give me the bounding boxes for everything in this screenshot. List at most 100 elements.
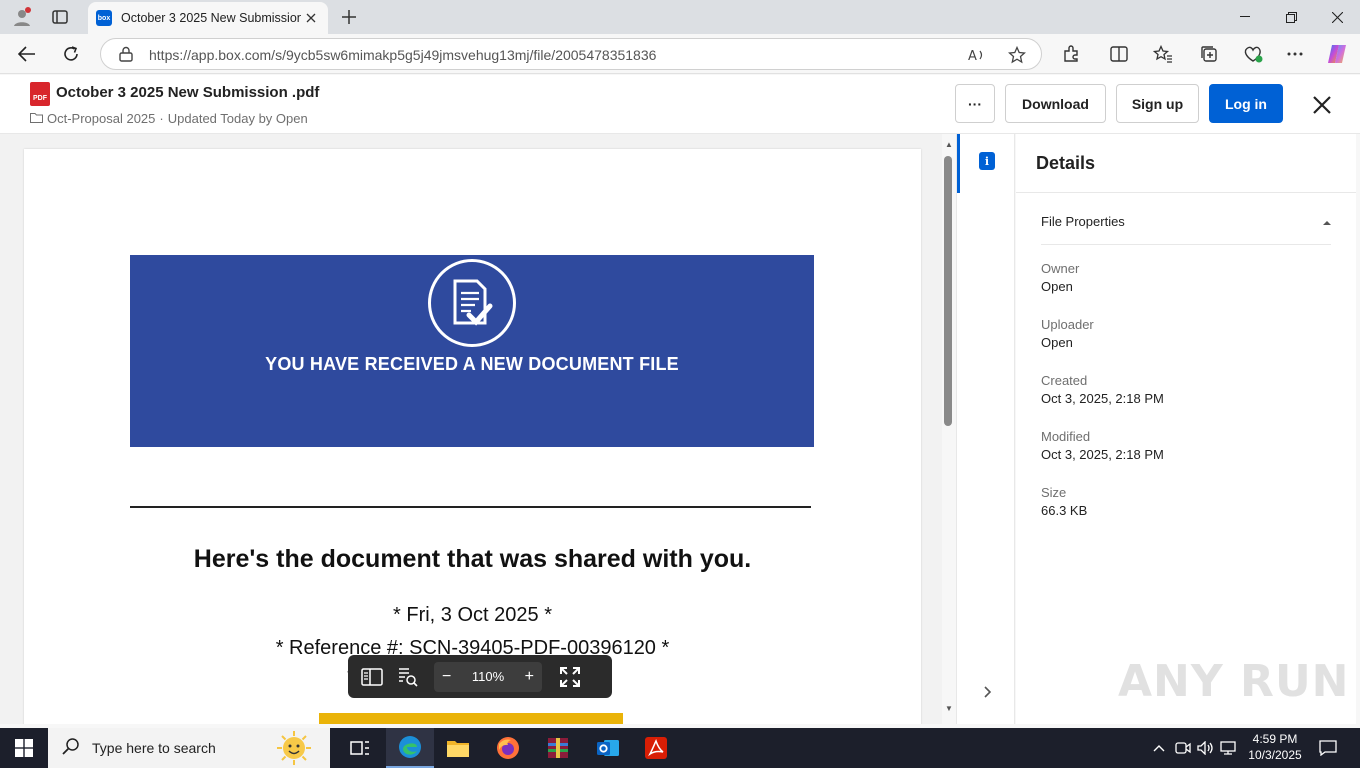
horizontal-rule [130,506,811,508]
copilot-icon[interactable] [1324,42,1350,66]
favorite-star-icon[interactable] [1007,45,1027,65]
properties-divider [1041,244,1331,245]
scroll-down-arrow-icon[interactable]: ▼ [943,704,955,716]
firefox-icon[interactable] [484,728,532,768]
browser-toolbar: https://app.box.com/s/9ycb5sw6mimakp5g5j… [0,34,1360,74]
clock-time: 4:59 PM [1252,732,1298,746]
fullscreen-icon[interactable] [552,662,588,692]
address-bar[interactable]: https://app.box.com/s/9ycb5sw6mimakp5g5j… [100,38,1042,70]
property-label: Size [1041,485,1067,500]
zoom-controls: − 110% + [434,661,542,692]
document-heading: Here's the document that was shared with… [193,545,752,573]
document-check-icon [428,259,516,347]
sidebar-toggle-icon[interactable] [354,662,390,692]
pdf-file-icon: PDF [30,82,50,106]
more-options-button[interactable]: ··· [955,84,995,123]
sidebar-rail: i [956,134,1015,724]
volume-icon[interactable] [1196,728,1216,768]
file-title: October 3 2025 New Submission .pdf [56,84,320,101]
zoom-toolbar: − 110% + [348,655,612,698]
restore-icon[interactable] [1276,6,1306,28]
document-banner: YOU HAVE RECEIVED A NEW DOCUMENT FILE [130,255,814,447]
banner-text: YOU HAVE RECEIVED A NEW DOCUMENT FILE [265,354,679,374]
box-file-header: PDF October 3 2025 New Submission .pdf O… [0,75,1360,134]
file-subtitle: Oct-Proposal 2025 · Updated Today by Ope… [30,111,308,126]
property-modified: Modified Oct 3, 2025, 2:18 PM [1041,428,1164,464]
back-arrow-icon[interactable] [14,42,40,66]
windows-taskbar: Type here to search 4:59 PM 10/3/2025 [0,728,1360,768]
box-favicon-icon: box [96,10,112,26]
details-panel: Details File Properties Owner Open Uploa… [1016,134,1356,724]
zoom-out-button[interactable]: − [442,668,451,686]
file-properties-toggle[interactable]: File Properties [1041,214,1331,229]
property-uploader: Uploader Open [1041,316,1094,352]
clock-date: 10/3/2025 [1248,748,1302,762]
taskbar-clock[interactable]: 4:59 PM 10/3/2025 [1238,731,1312,763]
folder-link[interactable]: Oct-Proposal 2025 [47,111,155,126]
scrollbar-thumb[interactable] [944,156,952,426]
document-preview[interactable]: YOU HAVE RECEIVED A NEW DOCUMENT FILE He… [0,134,942,724]
new-tab-plus-icon[interactable] [338,6,360,28]
url-text: https://app.box.com/s/9ycb5sw6mimakp5g5j… [149,47,657,63]
info-icon[interactable]: i [979,152,995,170]
windows-start-icon[interactable] [0,728,48,768]
scroll-up-arrow-icon[interactable]: ▲ [943,140,955,152]
folder-icon [30,111,43,126]
rail-active-indicator [957,134,960,193]
close-preview-icon[interactable] [1308,91,1336,119]
property-size: Size 66.3 KB [1041,484,1087,520]
chevron-right-icon[interactable] [981,682,995,702]
winrar-icon[interactable] [534,728,582,768]
extensions-icon[interactable] [1058,42,1084,66]
property-label: Modified [1041,429,1091,444]
close-window-icon[interactable] [1322,6,1352,28]
profile-icon[interactable] [10,6,34,28]
property-value: Oct 3, 2025, 2:18 PM [1041,391,1164,406]
property-created: Created Oct 3, 2025, 2:18 PM [1041,372,1164,408]
edge-taskbar-icon[interactable] [386,728,434,768]
meet-now-icon[interactable] [1174,728,1192,768]
settings-more-icon[interactable] [1282,42,1308,66]
file-explorer-icon[interactable] [434,728,482,768]
updated-text: Updated Today by Open [167,111,308,126]
read-aloud-icon[interactable]: A [967,45,987,65]
log-in-button[interactable]: Log in [1209,84,1283,123]
tab-actions-icon[interactable] [48,6,72,28]
notifications-icon[interactable] [1316,728,1340,768]
sign-up-button[interactable]: Sign up [1116,84,1199,123]
browser-essentials-icon[interactable] [1240,42,1266,66]
download-button[interactable]: Download [1005,84,1106,123]
weather-smiley-icon[interactable] [272,730,316,766]
search-icon [62,737,80,760]
property-label: Uploader [1041,317,1094,332]
zoom-in-button[interactable]: + [525,668,534,686]
collections-icon[interactable] [1196,42,1222,66]
active-tab[interactable]: box October 3 2025 New Submission [88,2,328,34]
chevron-up-icon[interactable] [1150,728,1168,768]
tab-close-icon[interactable] [302,9,320,27]
property-label: Created [1041,373,1088,388]
preview-scrollbar[interactable]: ▲ ▼ [942,134,956,724]
property-owner: Owner Open [1041,260,1079,296]
acrobat-icon[interactable] [632,728,680,768]
outlook-icon[interactable] [584,728,632,768]
browser-tab-bar: box October 3 2025 New Submission [0,0,1360,34]
details-title: Details [1036,153,1096,173]
anyrun-watermark: ANY RUN [1118,656,1350,707]
minimize-icon[interactable] [1230,6,1260,28]
task-view-icon[interactable] [336,728,384,768]
property-value: Open [1041,279,1073,294]
meta-separator: · [159,111,164,126]
split-screen-icon[interactable] [1106,42,1132,66]
find-in-document-icon[interactable] [390,662,426,692]
lock-icon[interactable] [119,46,133,67]
refresh-icon[interactable] [58,42,84,66]
details-divider [1016,192,1356,193]
favorites-icon[interactable] [1150,42,1176,66]
svg-text:A: A [968,49,977,63]
document-action-button[interactable] [319,713,623,724]
network-icon[interactable] [1218,728,1238,768]
tab-title: October 3 2025 New Submission [121,11,301,25]
property-value: Open [1041,335,1073,350]
caret-up-icon[interactable] [1323,221,1331,225]
